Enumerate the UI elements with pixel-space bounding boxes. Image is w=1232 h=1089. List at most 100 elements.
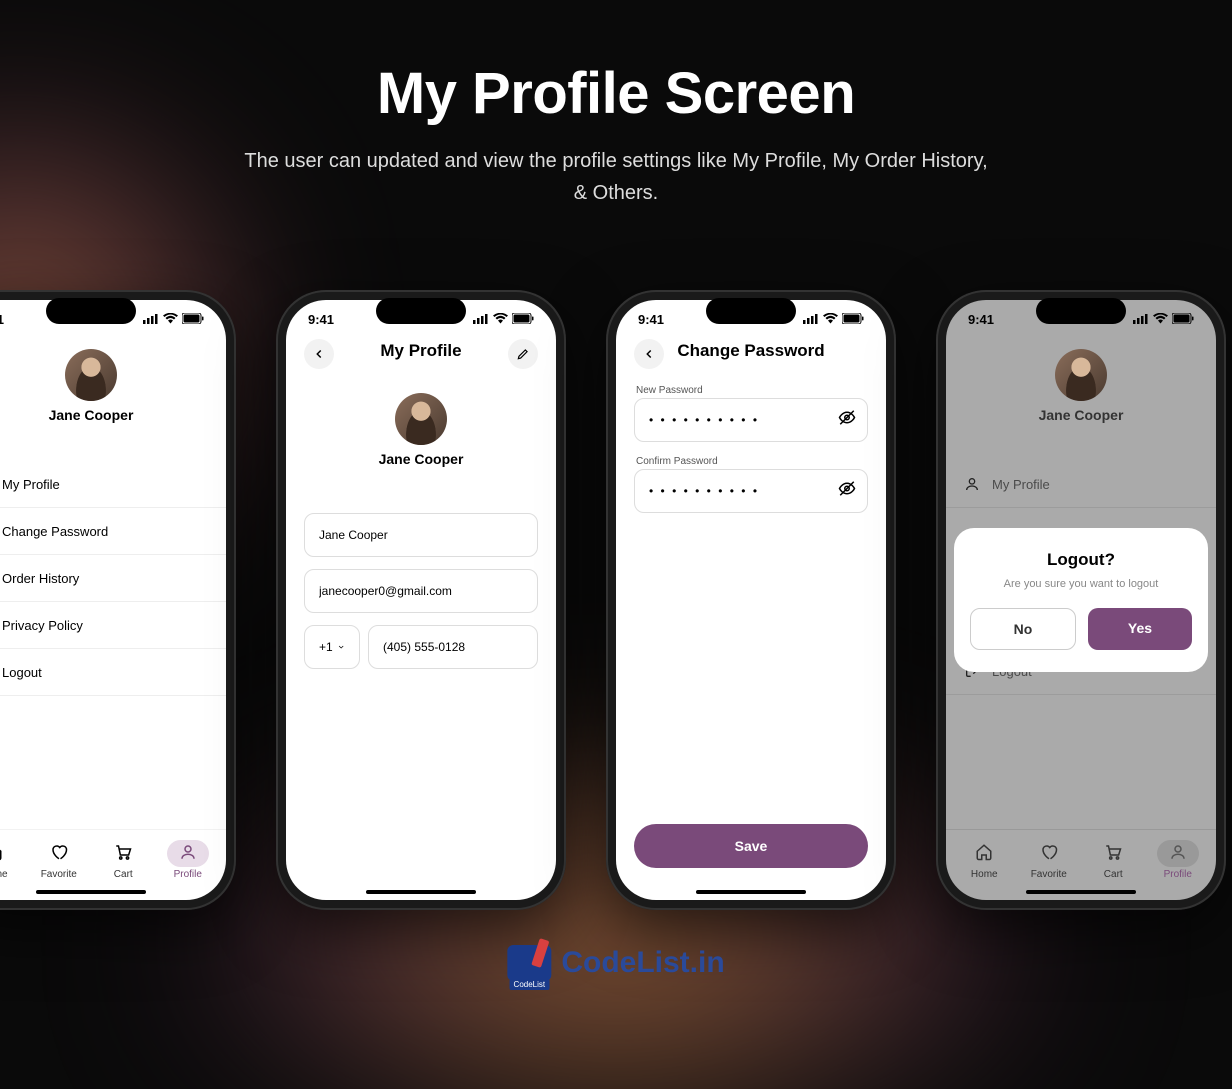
- brand-badge: CodeList: [510, 979, 550, 990]
- notch: [1036, 298, 1126, 324]
- logout-modal: Logout? Are you sure you want to logout …: [954, 528, 1208, 672]
- profile-menu: My Profile Change Password Order History…: [0, 461, 226, 829]
- home-indicator: [36, 890, 146, 894]
- nav-label: Profile: [174, 869, 202, 880]
- menu-order-history[interactable]: Order History: [0, 555, 226, 602]
- country-code-select[interactable]: +1: [304, 625, 360, 669]
- menu-privacy-policy[interactable]: Privacy Policy: [0, 602, 226, 649]
- menu-my-profile: My Profile: [946, 461, 1216, 508]
- menu-label: Logout: [2, 665, 42, 680]
- nav-label: Favorite: [1031, 869, 1067, 880]
- status-time: 9:41: [968, 312, 994, 327]
- wifi-icon: [493, 312, 508, 327]
- save-button[interactable]: Save: [634, 824, 868, 868]
- chevron-left-icon: [642, 347, 656, 361]
- user-icon: [964, 476, 980, 492]
- menu-label: My Profile: [2, 477, 60, 492]
- signal-icon: [1133, 312, 1149, 327]
- avatar: [1055, 349, 1107, 401]
- brand-logo: CodeList: [507, 945, 551, 981]
- status-time: 9:41: [638, 312, 664, 327]
- back-button[interactable]: [634, 339, 664, 369]
- notch: [46, 298, 136, 324]
- notch: [706, 298, 796, 324]
- nav-home[interactable]: Home: [0, 840, 15, 880]
- status-time: 9:41: [308, 312, 334, 327]
- battery-icon: [842, 312, 864, 327]
- cart-icon: [114, 843, 132, 861]
- phone-frame: 9:41 My Profile Jane Cooper: [276, 290, 566, 910]
- modal-yes-button[interactable]: Yes: [1088, 608, 1192, 650]
- nav-label: Cart: [114, 869, 133, 880]
- user-icon: [1169, 843, 1187, 861]
- menu-label: My Profile: [992, 477, 1050, 492]
- nav-label: Home: [971, 869, 998, 880]
- menu-logout[interactable]: Logout: [0, 649, 226, 696]
- avatar: [395, 393, 447, 445]
- confirm-password-label: Confirm Password: [634, 456, 868, 467]
- phone-field[interactable]: [368, 625, 538, 669]
- page-subtitle: The user can updated and view the profil…: [236, 145, 996, 209]
- screen-title: Change Password: [677, 341, 824, 361]
- new-password-field[interactable]: [634, 398, 868, 442]
- modal-title: Logout?: [970, 550, 1192, 570]
- wifi-icon: [1153, 312, 1168, 327]
- heart-icon: [50, 843, 68, 861]
- user-icon: [179, 843, 197, 861]
- name-field[interactable]: [304, 513, 538, 557]
- phone-frame: 9:41 Change Password New Password: [606, 290, 896, 910]
- user-name: Jane Cooper: [0, 407, 226, 423]
- email-field[interactable]: [304, 569, 538, 613]
- eye-off-icon: [838, 480, 856, 498]
- home-icon: [975, 843, 993, 861]
- wifi-icon: [823, 312, 838, 327]
- battery-icon: [1172, 312, 1194, 327]
- notch: [376, 298, 466, 324]
- menu-my-profile[interactable]: My Profile: [0, 461, 226, 508]
- edit-button[interactable]: [508, 339, 538, 369]
- status-time: 9:41: [0, 312, 4, 327]
- user-name: Jane Cooper: [286, 451, 556, 467]
- battery-icon: [182, 312, 204, 327]
- nav-home: Home: [963, 840, 1005, 880]
- modal-no-button[interactable]: No: [970, 608, 1076, 650]
- topbar: Change Password: [616, 333, 886, 373]
- phone-frame: 9:41 Jane Cooper: [0, 290, 236, 910]
- signal-icon: [473, 312, 489, 327]
- nav-favorite: Favorite: [1028, 840, 1070, 880]
- footer-brand: CodeList CodeList.in: [507, 945, 724, 981]
- toggle-visibility-button[interactable]: [838, 480, 856, 503]
- back-button[interactable]: [304, 339, 334, 369]
- new-password-label: New Password: [634, 385, 868, 396]
- confirm-password-field[interactable]: [634, 469, 868, 513]
- cc-value: +1: [319, 640, 333, 654]
- bottom-nav: Home Favorite Cart Profile: [946, 829, 1216, 886]
- menu-change-password[interactable]: Change Password: [0, 508, 226, 555]
- topbar: My Profile: [286, 333, 556, 373]
- eye-off-icon: [838, 409, 856, 427]
- page-header: My Profile Screen The user can updated a…: [0, 0, 1232, 209]
- menu-label: Privacy Policy: [2, 618, 83, 633]
- nav-label: Cart: [1104, 869, 1123, 880]
- pencil-icon: [516, 347, 530, 361]
- nav-favorite[interactable]: Favorite: [38, 840, 80, 880]
- wifi-icon: [163, 312, 178, 327]
- screen-title: My Profile: [380, 341, 461, 361]
- chevron-down-icon: [337, 642, 345, 652]
- avatar: [65, 349, 117, 401]
- home-indicator: [696, 890, 806, 894]
- nav-cart: Cart: [1092, 840, 1134, 880]
- bottom-nav: Home Favorite Cart Profile: [0, 829, 226, 886]
- nav-profile: Profile: [1157, 840, 1199, 880]
- toggle-visibility-button[interactable]: [838, 409, 856, 432]
- home-icon: [0, 843, 3, 861]
- signal-icon: [803, 312, 819, 327]
- heart-icon: [1040, 843, 1058, 861]
- menu-label: Order History: [2, 571, 79, 586]
- brand-name: CodeList.in: [561, 946, 724, 980]
- cart-icon: [1104, 843, 1122, 861]
- nav-profile[interactable]: Profile: [167, 840, 209, 880]
- menu-label: Change Password: [2, 524, 108, 539]
- nav-cart[interactable]: Cart: [102, 840, 144, 880]
- battery-icon: [512, 312, 534, 327]
